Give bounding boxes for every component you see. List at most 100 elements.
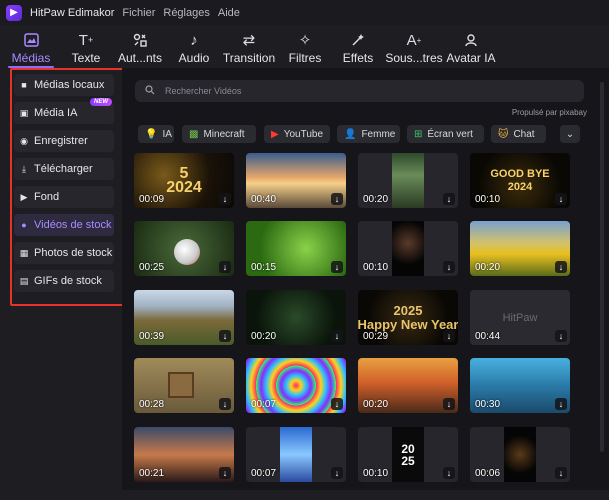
video-duration: 00:20	[475, 262, 501, 273]
tab-filtres[interactable]: ✧ Filtres	[280, 25, 330, 68]
video-thumbnail[interactable]: 00:20 ↓	[246, 290, 346, 345]
tab-label: Texte	[71, 51, 101, 65]
avatar-icon	[464, 29, 478, 51]
chip-label: Chat	[513, 128, 535, 140]
video-thumbnail[interactable]: GOOD BYE 2024 00:10 ↓	[470, 153, 570, 208]
video-thumbnail[interactable]: 00:28 ↓	[134, 358, 234, 413]
subtitle-icon: A +	[406, 31, 422, 49]
video-duration: 00:15	[251, 262, 277, 273]
download-icon[interactable]: ↓	[219, 398, 231, 410]
effects-icon	[351, 29, 365, 51]
download-icon[interactable]: ↓	[555, 330, 567, 342]
download-icon[interactable]: ↓	[219, 467, 231, 479]
chip-chat[interactable]: 🐱 Chat	[491, 125, 546, 143]
video-duration: 00:10	[475, 194, 501, 205]
chevron-down-icon: ⌄	[565, 128, 575, 140]
video-thumbnail[interactable]: 00:25 ↓	[134, 221, 234, 276]
chip-ia[interactable]: 💡 IA	[138, 125, 174, 143]
download-icon[interactable]: ↓	[443, 398, 455, 410]
green-screen-icon: ⊞	[414, 128, 423, 140]
download-icon[interactable]: ↓	[555, 193, 567, 205]
tab-elements[interactable]: Aut...nts	[110, 25, 170, 68]
download-icon[interactable]: ↓	[331, 398, 343, 410]
menu-fichier[interactable]: Fichier	[122, 7, 155, 19]
video-duration: 00:06	[475, 468, 501, 479]
cat-icon: 🐱	[498, 128, 509, 140]
menu-reglages[interactable]: Réglages	[163, 7, 209, 19]
scrollbar[interactable]	[600, 82, 604, 452]
tab-texte[interactable]: T + Texte	[62, 25, 110, 68]
video-thumbnail[interactable]: 00:15 ↓	[246, 221, 346, 276]
video-duration: 00:28	[139, 399, 165, 410]
download-icon[interactable]: ↓	[331, 193, 343, 205]
tab-effets[interactable]: Effets	[330, 25, 386, 68]
tab-medias[interactable]: Médias	[0, 25, 62, 68]
elements-icon	[133, 29, 147, 51]
app-title: HitPaw Edimakor	[30, 6, 115, 19]
video-thumbnail[interactable]: 00:20 ↓	[358, 358, 458, 413]
video-duration: 00:30	[475, 399, 501, 410]
chip-label: Femme	[361, 128, 396, 140]
video-thumbnail[interactable]: 00:21 ↓	[134, 427, 234, 482]
chip-femme[interactable]: 👤 Femme	[337, 125, 400, 143]
video-duration: 00:09	[139, 194, 165, 205]
video-thumbnail[interactable]: 00:07 ↓	[246, 358, 346, 413]
video-duration: 00:21	[139, 468, 165, 479]
tab-label: Sous...tres	[385, 51, 443, 65]
video-duration: 00:20	[251, 331, 277, 342]
tab-label: Filtres	[288, 51, 322, 65]
tab-audio[interactable]: ♪ Audio	[170, 25, 218, 68]
app-logo-icon: ▶	[6, 4, 22, 21]
download-icon[interactable]: ↓	[443, 261, 455, 273]
download-icon[interactable]: ↓	[219, 330, 231, 342]
video-thumbnail[interactable]: 00:07 ↓	[246, 427, 346, 482]
search-input[interactable]	[163, 85, 547, 97]
video-thumbnail[interactable]: 00:20 ↓	[470, 221, 570, 276]
video-thumbnail[interactable]: 20 25 00:10 ↓	[358, 427, 458, 482]
download-icon[interactable]: ↓	[331, 467, 343, 479]
sparkle-icon: ✧	[298, 32, 312, 49]
video-duration: 00:07	[251, 399, 277, 410]
menu-aide[interactable]: Aide	[218, 7, 240, 19]
download-icon[interactable]: ↓	[219, 261, 231, 273]
download-icon[interactable]: ↓	[219, 193, 231, 205]
download-icon[interactable]: ↓	[331, 330, 343, 342]
download-icon[interactable]: ↓	[555, 398, 567, 410]
tab-transition[interactable]: ⇄ Transition	[218, 25, 280, 68]
transition-arrows-icon: ⇄	[242, 32, 256, 49]
download-icon[interactable]: ↓	[443, 467, 455, 479]
video-thumbnail[interactable]: 5 2024 00:09 ↓	[134, 153, 234, 208]
tab-sous-titres[interactable]: A + Sous...tres	[385, 25, 443, 68]
chip-minecraft[interactable]: ▩ Minecraft	[182, 125, 256, 143]
video-duration: 00:10	[363, 468, 389, 479]
tab-label: Transition	[222, 51, 276, 65]
chip-youtube[interactable]: ▶ YouTube	[264, 125, 330, 143]
download-icon[interactable]: ↓	[443, 193, 455, 205]
video-duration: 00:39	[139, 331, 165, 342]
video-duration: 00:44	[475, 331, 501, 342]
chip-label: YouTube	[283, 128, 323, 140]
download-icon[interactable]: ↓	[555, 261, 567, 273]
download-icon[interactable]: ↓	[443, 330, 455, 342]
video-duration: 00:25	[139, 262, 165, 273]
video-thumbnail[interactable]: 00:39 ↓	[134, 290, 234, 345]
music-note-icon: ♪	[190, 31, 198, 49]
chip-label: IA	[162, 128, 172, 140]
tab-avatar-ia[interactable]: Avatar IA	[442, 25, 500, 68]
tab-label: Effets	[342, 51, 374, 65]
video-thumbnail[interactable]: 00:30 ↓	[470, 358, 570, 413]
search-bar[interactable]	[135, 80, 584, 102]
download-icon[interactable]: ↓	[331, 261, 343, 273]
youtube-icon: ▶	[271, 128, 279, 140]
media-icon	[23, 29, 39, 51]
chips-more-button[interactable]: ⌄	[560, 125, 580, 143]
video-thumbnail[interactable]: 00:06 ↓	[470, 427, 570, 482]
minecraft-icon: ▩	[189, 128, 199, 140]
video-thumbnail[interactable]: 00:10 ↓	[358, 221, 458, 276]
video-thumbnail[interactable]: HitPaw 00:44 ↓	[470, 290, 570, 345]
download-icon[interactable]: ↓	[555, 467, 567, 479]
video-thumbnail[interactable]: 2025 Happy New Year 00:29 ↓	[358, 290, 458, 345]
video-thumbnail[interactable]: 00:20 ↓	[358, 153, 458, 208]
chip-ecran-vert[interactable]: ⊞ Écran vert	[407, 125, 484, 143]
video-thumbnail[interactable]: 00:40 ↓	[246, 153, 346, 208]
